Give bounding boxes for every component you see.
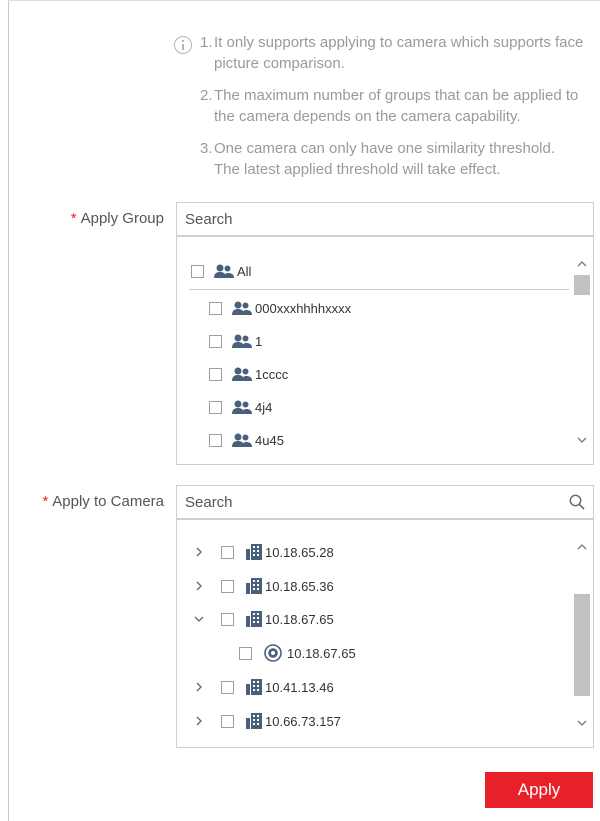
required-mark: *	[42, 493, 49, 510]
checkbox[interactable]	[209, 301, 222, 315]
camera-scrollbar[interactable]	[571, 520, 593, 747]
device-label: 10.41.13.46	[265, 679, 334, 695]
group-label: 4j4	[255, 399, 273, 415]
device-row[interactable]: 10.18.65.36	[193, 574, 334, 598]
building-icon	[246, 578, 262, 594]
search-icon[interactable]	[569, 494, 585, 510]
building-icon	[246, 713, 262, 729]
group-item[interactable]: 1cccc	[209, 362, 288, 386]
scroll-up-icon[interactable]	[575, 540, 589, 554]
camera-channel-row[interactable]: 10.18.67.65	[239, 641, 356, 665]
scroll-thumb[interactable]	[574, 275, 590, 295]
checkbox[interactable]	[209, 367, 222, 381]
dialog-top-border	[8, 0, 600, 1]
group-label: 000xxxhhhhxxxx	[255, 300, 352, 316]
camera-search-box	[176, 485, 594, 519]
chevron-down-icon[interactable]	[193, 613, 205, 625]
device-row[interactable]: 10.41.13.46	[193, 675, 334, 699]
checkbox[interactable]	[221, 545, 234, 559]
camera-tree: 10.18.65.28 10.18.65.36 10.18.67.65 10.1…	[176, 519, 594, 748]
group-icon	[232, 301, 252, 315]
divider	[189, 289, 569, 290]
note-text: It only supports applying to camera whic…	[214, 34, 584, 72]
apply-group-label: * Apply Group	[70, 210, 164, 227]
camera-search-input[interactable]	[177, 486, 593, 518]
group-search-box	[176, 202, 594, 236]
group-label: 1cccc	[255, 366, 289, 382]
checkbox[interactable]	[209, 433, 222, 447]
group-all-row[interactable]: All	[191, 259, 251, 283]
note-text: The maximum number of groups that can be…	[214, 87, 579, 125]
note-item: 1. It only supports applying to camera w…	[200, 34, 584, 72]
camera-icon	[264, 644, 282, 662]
group-label: 4u45	[255, 432, 284, 448]
device-label: 10.18.65.36	[265, 578, 334, 594]
group-label: 1	[255, 333, 263, 349]
group-icon	[214, 264, 234, 278]
group-item[interactable]: 4u45	[209, 428, 284, 452]
chevron-right-icon[interactable]	[193, 681, 205, 693]
device-label: 10.66.73.157	[265, 713, 341, 729]
group-icon	[232, 433, 252, 447]
device-label: 10.18.67.65	[265, 611, 334, 627]
apply-button[interactable]: Apply	[485, 772, 593, 808]
scroll-down-icon[interactable]	[575, 716, 589, 730]
group-item[interactable]: 1	[209, 329, 262, 353]
scroll-down-icon[interactable]	[575, 433, 589, 447]
checkbox[interactable]	[209, 334, 222, 348]
group-icon	[232, 367, 252, 381]
building-icon	[246, 544, 262, 560]
scroll-thumb[interactable]	[574, 594, 590, 696]
building-icon	[246, 611, 262, 627]
chevron-right-icon[interactable]	[193, 546, 205, 558]
group-icon	[232, 334, 252, 348]
checkbox[interactable]	[209, 400, 222, 414]
checkbox[interactable]	[221, 612, 234, 626]
group-search-input[interactable]	[177, 203, 593, 235]
camera-channel-label: 10.18.67.65	[287, 645, 356, 661]
checkbox[interactable]	[221, 714, 234, 728]
checkbox[interactable]	[191, 264, 204, 278]
group-scrollbar[interactable]	[571, 237, 593, 464]
apply-camera-label: * Apply to Camera	[42, 493, 164, 510]
chevron-right-icon[interactable]	[193, 580, 205, 592]
scroll-up-icon[interactable]	[575, 257, 589, 271]
group-item[interactable]: 000xxxhhhhxxxx	[209, 296, 351, 320]
note-text: One camera can only have one similarity …	[214, 140, 556, 178]
group-icon	[232, 400, 252, 414]
note-item: 3. One camera can only have one similari…	[174, 138, 584, 180]
notes-section: 1. It only supports applying to camera w…	[174, 32, 584, 191]
group-item[interactable]: 4j4	[209, 395, 272, 419]
note-item: 2. The maximum number of groups that can…	[174, 85, 584, 127]
group-all-label: All	[237, 263, 252, 279]
checkbox[interactable]	[239, 646, 252, 660]
building-icon	[246, 679, 262, 695]
device-label: 10.18.65.28	[265, 544, 334, 560]
group-list: All 000xxxhhhhxxxx 1 1cccc 4j4 4u45	[176, 236, 594, 465]
chevron-right-icon[interactable]	[193, 715, 205, 727]
checkbox[interactable]	[221, 680, 234, 694]
checkbox[interactable]	[221, 579, 234, 593]
device-row[interactable]: 10.18.67.65	[193, 607, 334, 631]
dialog-left-border	[8, 0, 9, 821]
device-row[interactable]: 10.66.73.157	[193, 709, 341, 733]
required-mark: *	[70, 210, 77, 227]
device-row[interactable]: 10.18.65.28	[193, 540, 334, 564]
